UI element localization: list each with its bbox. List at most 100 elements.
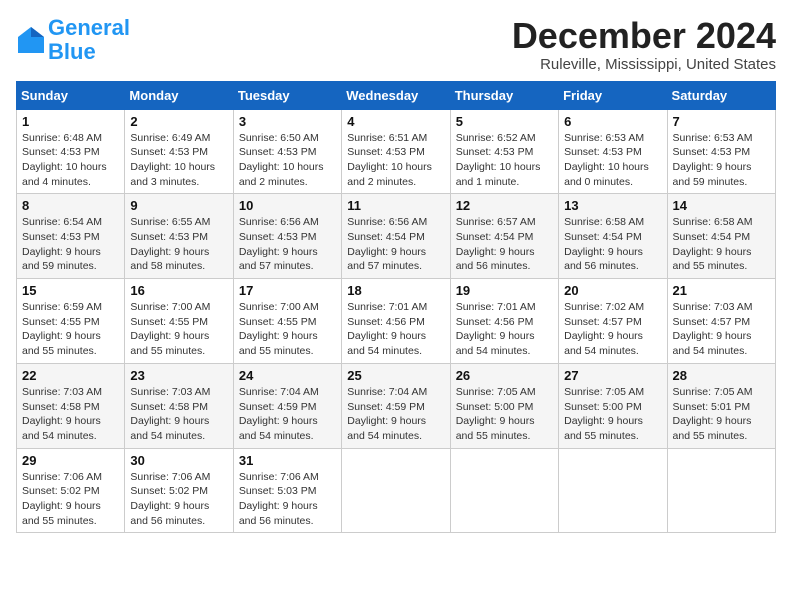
day-number: 11 [347, 198, 444, 213]
day-number: 30 [130, 453, 227, 468]
day-number: 22 [22, 368, 119, 383]
day-number: 12 [456, 198, 553, 213]
calendar-cell: 26 Sunrise: 7:05 AM Sunset: 5:00 PM Dayli… [450, 363, 558, 448]
day-info: Sunrise: 7:02 AM Sunset: 4:57 PM Dayligh… [564, 300, 661, 359]
day-number: 21 [673, 283, 770, 298]
day-info: Sunrise: 6:56 AM Sunset: 4:54 PM Dayligh… [347, 215, 444, 274]
day-number: 10 [239, 198, 336, 213]
day-info: Sunrise: 6:53 AM Sunset: 4:53 PM Dayligh… [673, 131, 770, 190]
day-info: Sunrise: 7:06 AM Sunset: 5:02 PM Dayligh… [130, 470, 227, 529]
day-number: 26 [456, 368, 553, 383]
day-info: Sunrise: 7:03 AM Sunset: 4:58 PM Dayligh… [130, 385, 227, 444]
weekday-header-tuesday: Tuesday [233, 81, 341, 109]
day-number: 20 [564, 283, 661, 298]
day-info: Sunrise: 7:04 AM Sunset: 4:59 PM Dayligh… [239, 385, 336, 444]
day-info: Sunrise: 6:58 AM Sunset: 4:54 PM Dayligh… [564, 215, 661, 274]
day-number: 15 [22, 283, 119, 298]
day-info: Sunrise: 6:59 AM Sunset: 4:55 PM Dayligh… [22, 300, 119, 359]
weekday-header-wednesday: Wednesday [342, 81, 450, 109]
calendar-cell: 20 Sunrise: 7:02 AM Sunset: 4:57 PM Dayli… [559, 279, 667, 364]
logo: General Blue [16, 16, 130, 64]
calendar-cell: 6 Sunrise: 6:53 AM Sunset: 4:53 PM Daylig… [559, 109, 667, 194]
day-info: Sunrise: 6:51 AM Sunset: 4:53 PM Dayligh… [347, 131, 444, 190]
calendar-cell: 18 Sunrise: 7:01 AM Sunset: 4:56 PM Dayli… [342, 279, 450, 364]
day-info: Sunrise: 6:53 AM Sunset: 4:53 PM Dayligh… [564, 131, 661, 190]
calendar-cell: 30 Sunrise: 7:06 AM Sunset: 5:02 PM Dayli… [125, 448, 233, 533]
day-number: 4 [347, 114, 444, 129]
calendar-cell: 19Sunrise: 7:01 AM Sunset: 4:56 PM Dayli… [450, 279, 558, 364]
day-number: 9 [130, 198, 227, 213]
day-info: Sunrise: 6:52 AM Sunset: 4:53 PM Dayligh… [456, 131, 553, 190]
day-info: Sunrise: 6:48 AM Sunset: 4:53 PM Dayligh… [22, 131, 119, 190]
week-row-3: 15 Sunrise: 6:59 AM Sunset: 4:55 PM Dayli… [17, 279, 776, 364]
logo-text: General Blue [48, 16, 130, 64]
day-info: Sunrise: 7:05 AM Sunset: 5:00 PM Dayligh… [564, 385, 661, 444]
day-number: 1 [22, 114, 119, 129]
calendar-cell: 12 Sunrise: 6:57 AM Sunset: 4:54 PM Dayli… [450, 194, 558, 279]
day-info: Sunrise: 7:05 AM Sunset: 5:01 PM Dayligh… [673, 385, 770, 444]
calendar-cell: 2Sunrise: 6:49 AM Sunset: 4:53 PM Daylig… [125, 109, 233, 194]
calendar-cell [667, 448, 775, 533]
month-title: December 2024 [512, 16, 776, 56]
week-row-1: 1 Sunrise: 6:48 AM Sunset: 4:53 PM Daylig… [17, 109, 776, 194]
calendar-cell: 5Sunrise: 6:52 AM Sunset: 4:53 PM Daylig… [450, 109, 558, 194]
day-info: Sunrise: 6:50 AM Sunset: 4:53 PM Dayligh… [239, 131, 336, 190]
day-number: 16 [130, 283, 227, 298]
day-info: Sunrise: 7:00 AM Sunset: 4:55 PM Dayligh… [130, 300, 227, 359]
day-number: 23 [130, 368, 227, 383]
calendar-cell: 22 Sunrise: 7:03 AM Sunset: 4:58 PM Dayli… [17, 363, 125, 448]
day-number: 29 [22, 453, 119, 468]
day-info: Sunrise: 7:01 AM Sunset: 4:56 PM Dayligh… [347, 300, 444, 359]
calendar-cell [450, 448, 558, 533]
day-info: Sunrise: 7:04 AM Sunset: 4:59 PM Dayligh… [347, 385, 444, 444]
day-info: Sunrise: 7:03 AM Sunset: 4:58 PM Dayligh… [22, 385, 119, 444]
day-number: 27 [564, 368, 661, 383]
calendar-cell: 13 Sunrise: 6:58 AM Sunset: 4:54 PM Dayli… [559, 194, 667, 279]
calendar-cell: 3Sunrise: 6:50 AM Sunset: 4:53 PM Daylig… [233, 109, 341, 194]
day-number: 13 [564, 198, 661, 213]
calendar-cell: 7Sunrise: 6:53 AM Sunset: 4:53 PM Daylig… [667, 109, 775, 194]
calendar-table: SundayMondayTuesdayWednesdayThursdayFrid… [16, 81, 776, 534]
logo-icon [16, 25, 46, 55]
calendar-cell: 15 Sunrise: 6:59 AM Sunset: 4:55 PM Dayli… [17, 279, 125, 364]
day-info: Sunrise: 6:49 AM Sunset: 4:53 PM Dayligh… [130, 131, 227, 190]
logo-line2: Blue [48, 39, 96, 64]
day-info: Sunrise: 6:55 AM Sunset: 4:53 PM Dayligh… [130, 215, 227, 274]
day-info: Sunrise: 7:06 AM Sunset: 5:03 PM Dayligh… [239, 470, 336, 529]
calendar-cell: 25 Sunrise: 7:04 AM Sunset: 4:59 PM Dayli… [342, 363, 450, 448]
day-number: 31 [239, 453, 336, 468]
calendar-cell: 4 Sunrise: 6:51 AM Sunset: 4:53 PM Daylig… [342, 109, 450, 194]
day-info: Sunrise: 7:01 AM Sunset: 4:56 PM Dayligh… [456, 300, 553, 359]
calendar-cell: 28Sunrise: 7:05 AM Sunset: 5:01 PM Dayli… [667, 363, 775, 448]
day-info: Sunrise: 7:00 AM Sunset: 4:55 PM Dayligh… [239, 300, 336, 359]
day-number: 18 [347, 283, 444, 298]
day-number: 25 [347, 368, 444, 383]
day-number: 6 [564, 114, 661, 129]
calendar-cell: 31 Sunrise: 7:06 AM Sunset: 5:03 PM Dayli… [233, 448, 341, 533]
day-number: 24 [239, 368, 336, 383]
calendar-cell [342, 448, 450, 533]
calendar-cell [559, 448, 667, 533]
weekday-header-monday: Monday [125, 81, 233, 109]
page-header: General Blue December 2024 Ruleville, Mi… [16, 16, 776, 73]
calendar-cell: 24 Sunrise: 7:04 AM Sunset: 4:59 PM Dayli… [233, 363, 341, 448]
location: Ruleville, Mississippi, United States [512, 56, 776, 73]
calendar-cell: 21 Sunrise: 7:03 AM Sunset: 4:57 PM Dayli… [667, 279, 775, 364]
calendar-cell: 29 Sunrise: 7:06 AM Sunset: 5:02 PM Dayli… [17, 448, 125, 533]
calendar-cell: 1 Sunrise: 6:48 AM Sunset: 4:53 PM Daylig… [17, 109, 125, 194]
day-info: Sunrise: 7:05 AM Sunset: 5:00 PM Dayligh… [456, 385, 553, 444]
weekday-header-friday: Friday [559, 81, 667, 109]
title-area: December 2024 Ruleville, Mississippi, Un… [512, 16, 776, 73]
day-info: Sunrise: 6:54 AM Sunset: 4:53 PM Dayligh… [22, 215, 119, 274]
weekday-header-thursday: Thursday [450, 81, 558, 109]
day-info: Sunrise: 7:03 AM Sunset: 4:57 PM Dayligh… [673, 300, 770, 359]
day-info: Sunrise: 6:56 AM Sunset: 4:53 PM Dayligh… [239, 215, 336, 274]
calendar-cell: 17Sunrise: 7:00 AM Sunset: 4:55 PM Dayli… [233, 279, 341, 364]
weekday-header-row: SundayMondayTuesdayWednesdayThursdayFrid… [17, 81, 776, 109]
week-row-4: 22 Sunrise: 7:03 AM Sunset: 4:58 PM Dayli… [17, 363, 776, 448]
day-info: Sunrise: 6:57 AM Sunset: 4:54 PM Dayligh… [456, 215, 553, 274]
day-number: 14 [673, 198, 770, 213]
day-info: Sunrise: 6:58 AM Sunset: 4:54 PM Dayligh… [673, 215, 770, 274]
day-info: Sunrise: 7:06 AM Sunset: 5:02 PM Dayligh… [22, 470, 119, 529]
logo-line1: General [48, 15, 130, 40]
